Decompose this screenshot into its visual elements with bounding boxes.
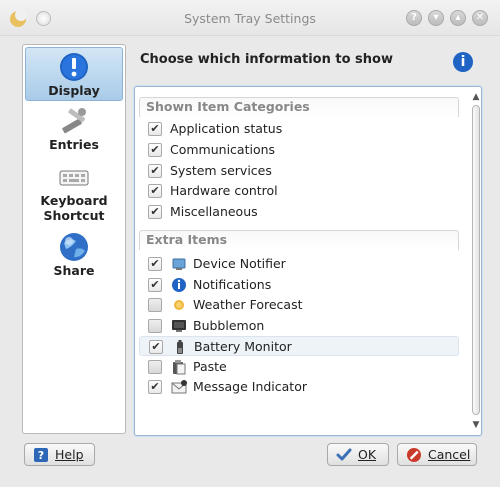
info-icon: i [453, 52, 473, 72]
checkbox[interactable] [148, 360, 162, 374]
scroll-up-icon[interactable]: ▲ [470, 91, 482, 103]
page-title: Choose which information to show [140, 52, 393, 67]
info-icon [60, 53, 88, 81]
sidebar: Display Entries Keyboard Shortcut Share [22, 44, 126, 434]
maximize-button[interactable]: ▴ [450, 10, 466, 26]
help-button-label: Help [55, 447, 84, 462]
section-header-extra-items: Extra Items [139, 230, 459, 250]
list-item[interactable]: ✔ Application status [139, 119, 459, 139]
item-label: Notifications [193, 277, 272, 292]
scrollbar[interactable] [469, 105, 482, 415]
monitor-icon [172, 320, 186, 332]
item-label: Message Indicator [193, 379, 307, 394]
minimize-button[interactable]: ▾ [428, 10, 444, 26]
list-item[interactable]: ✔ Battery Monitor [139, 336, 459, 356]
info-icon [172, 278, 186, 292]
mail-icon [171, 380, 187, 394]
checkbox[interactable] [148, 319, 162, 333]
item-label: Miscellaneous [170, 204, 258, 219]
item-label: Battery Monitor [194, 339, 292, 354]
paste-icon [173, 360, 186, 375]
item-label: Device Notifier [193, 256, 286, 271]
items-list: Shown Item Categories ✔ Application stat… [134, 86, 482, 436]
item-label: Bubblemon [193, 318, 265, 333]
check-icon [336, 448, 352, 461]
list-item[interactable]: ✔ Miscellaneous [139, 202, 459, 222]
keyboard-icon [59, 170, 89, 186]
window-title: System Tray Settings [184, 11, 316, 26]
checkbox[interactable]: ✔ [148, 257, 162, 271]
cancel-button[interactable]: Cancel [397, 443, 477, 466]
checkbox[interactable]: ✔ [148, 205, 162, 219]
sidebar-item-keyboard-shortcut[interactable]: Keyboard Shortcut [25, 161, 123, 225]
item-label: Application status [170, 121, 283, 136]
checkbox[interactable]: ✔ [148, 164, 162, 178]
help-icon: ? [34, 448, 48, 462]
sun-icon [174, 300, 184, 310]
ok-button[interactable]: OK [327, 443, 389, 466]
close-button[interactable]: ✕ [472, 10, 488, 26]
sidebar-item-share[interactable]: Share [25, 231, 123, 285]
checkbox[interactable]: ✔ [148, 184, 162, 198]
list-item[interactable]: Paste [139, 357, 459, 377]
checkbox[interactable]: ✔ [148, 122, 162, 136]
checkbox[interactable] [148, 298, 162, 312]
checkbox[interactable]: ✔ [148, 143, 162, 157]
battery-icon [177, 340, 183, 354]
section-header-categories: Shown Item Categories [139, 97, 459, 117]
help-button[interactable]: ? Help [24, 443, 95, 466]
checkbox[interactable]: ✔ [148, 380, 162, 394]
list-item[interactable]: Weather Forecast [139, 295, 459, 315]
item-label: Paste [193, 359, 227, 374]
title-bar: System Tray Settings ? ▾ ▴ ✕ [0, 0, 500, 36]
help-titlebar-button[interactable]: ? [406, 10, 422, 26]
item-label: Weather Forecast [193, 297, 303, 312]
ok-button-label: OK [358, 447, 377, 462]
svg-text:?: ? [38, 449, 44, 462]
device-notifier-icon [172, 258, 186, 270]
item-label: System services [170, 163, 272, 178]
tools-icon [62, 108, 86, 134]
sidebar-item-entries[interactable]: Entries [25, 105, 123, 155]
sidebar-item-display[interactable]: Display [25, 47, 123, 101]
sidebar-item-label: Entries [49, 137, 99, 152]
sidebar-item-label: Keyboard Shortcut [40, 193, 108, 223]
item-label: Hardware control [170, 183, 278, 198]
list-item[interactable]: ✔ Hardware control [139, 181, 459, 201]
sidebar-item-label: Share [53, 263, 95, 278]
list-item[interactable]: ✔ System services [139, 161, 459, 181]
list-item[interactable]: ✔ Device Notifier [139, 254, 459, 274]
list-item[interactable]: ✔ Communications [139, 140, 459, 160]
list-item[interactable]: ✔ Notifications [139, 275, 459, 295]
sidebar-item-label: Display [48, 83, 100, 98]
scroll-down-icon[interactable]: ▼ [470, 419, 482, 431]
list-item[interactable]: Bubblemon [139, 316, 459, 336]
list-item[interactable]: ✔ Message Indicator [139, 377, 459, 397]
item-label: Communications [170, 142, 276, 157]
scrollbar-thumb[interactable] [472, 105, 480, 415]
checkbox[interactable]: ✔ [149, 340, 163, 354]
cancel-icon [407, 448, 421, 462]
checkbox[interactable]: ✔ [148, 278, 162, 292]
globe-icon [60, 233, 88, 261]
cancel-button-label: Cancel [428, 447, 471, 462]
